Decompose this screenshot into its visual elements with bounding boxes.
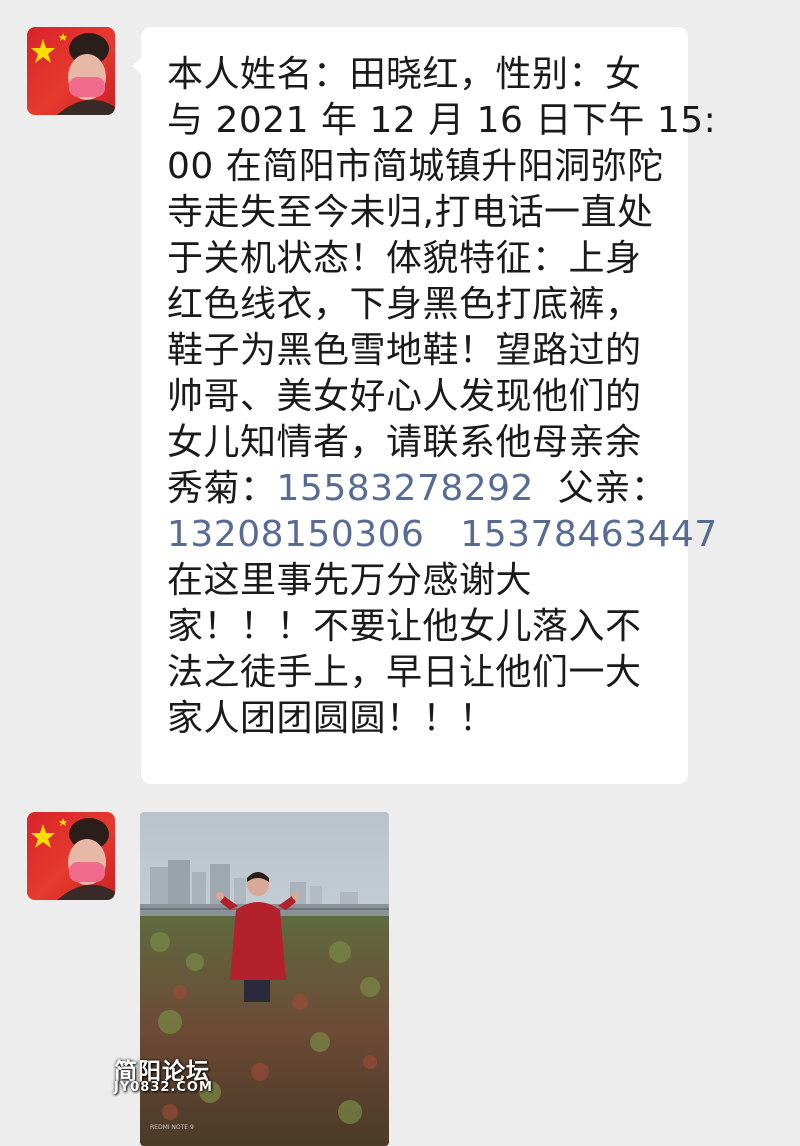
message-line: 与 2021 年 12 月 16 日下午 15: xyxy=(167,98,716,144)
message-text-segment: 00 在简阳市简城镇升阳洞弥陀 xyxy=(167,146,664,187)
message-text-segment: 本人姓名：田晓红，性别：女 xyxy=(167,54,642,95)
message-text-segment: 家人团团圆圆！！！ xyxy=(167,698,496,739)
message-line: 家人团团圆圆！！！ xyxy=(167,696,496,742)
message-text-segment: 寺走失至今未归,打电话一直处 xyxy=(167,192,654,233)
message-text-segment: 与 2021 年 12 月 16 日下午 15: xyxy=(167,100,717,141)
phone-link[interactable]: 15583278292 xyxy=(277,468,534,509)
message-line: 法之徒手上，早日让他们一大 xyxy=(167,650,642,696)
message-text-segment: 帅哥、美女好心人发现他们的 xyxy=(167,376,642,417)
message-line: 00 在简阳市简城镇升阳洞弥陀 xyxy=(167,144,664,190)
message-line: 鞋子为黑色雪地鞋！望路过的 xyxy=(167,328,642,374)
phone-link[interactable]: 13208150306 xyxy=(167,514,424,555)
sender-avatar[interactable] xyxy=(27,27,115,115)
sender-avatar-2[interactable] xyxy=(27,812,115,900)
avatar-image xyxy=(31,818,115,900)
photo-message[interactable] xyxy=(140,812,389,1146)
message-line: 13208150306 15378463447 xyxy=(167,512,718,558)
message-line: 在这里事先万分感谢大 xyxy=(167,558,532,604)
message-line: 红色线衣，下身黑色打底裤， xyxy=(167,282,642,328)
message-line: 本人姓名：田晓红，性别：女 xyxy=(167,52,642,98)
message-line: 寺走失至今未归,打电话一直处 xyxy=(167,190,653,236)
message-text-segment: 红色线衣，下身黑色打底裤， xyxy=(167,284,642,325)
message-text-segment: 于关机状态！体貌特征：上身 xyxy=(167,238,642,279)
photo-image xyxy=(140,812,389,1146)
message-line: 帅哥、美女好心人发现他们的 xyxy=(167,374,642,420)
message-text-segment: 女儿知情者，请联系他母亲余 xyxy=(167,422,642,463)
message-line: 女儿知情者，请联系他母亲余 xyxy=(167,420,642,466)
avatar-image xyxy=(31,33,115,115)
message-bubble[interactable]: 本人姓名：田晓红，性别：女与 2021 年 12 月 16 日下午 15: 00 … xyxy=(132,27,717,784)
message-text-segment xyxy=(424,514,460,555)
message-text-segment: 在这里事先万分感谢大 xyxy=(167,560,533,601)
message-line: 家！！！不要让他女儿落入不 xyxy=(167,604,642,650)
message-text-segment: 家！！！不要让他女儿落入不 xyxy=(167,606,642,647)
message-text-segment: 法之徒手上，早日让他们一大 xyxy=(167,652,642,693)
message-text-segment: 秀菊： xyxy=(167,468,277,509)
message-line: 于关机状态！体貌特征：上身 xyxy=(167,236,642,282)
message-text-segment: 鞋子为黑色雪地鞋！望路过的 xyxy=(167,330,642,371)
phone-link[interactable]: 15378463447 xyxy=(460,514,717,555)
message-text-segment: 父亲： xyxy=(533,468,668,509)
camera-watermark: REDMI NOTE 9 xyxy=(150,1124,194,1131)
watermark-subtitle: JY0832.COM xyxy=(114,1080,213,1095)
message-line: 秀菊：15583278292 父亲： xyxy=(167,466,667,512)
